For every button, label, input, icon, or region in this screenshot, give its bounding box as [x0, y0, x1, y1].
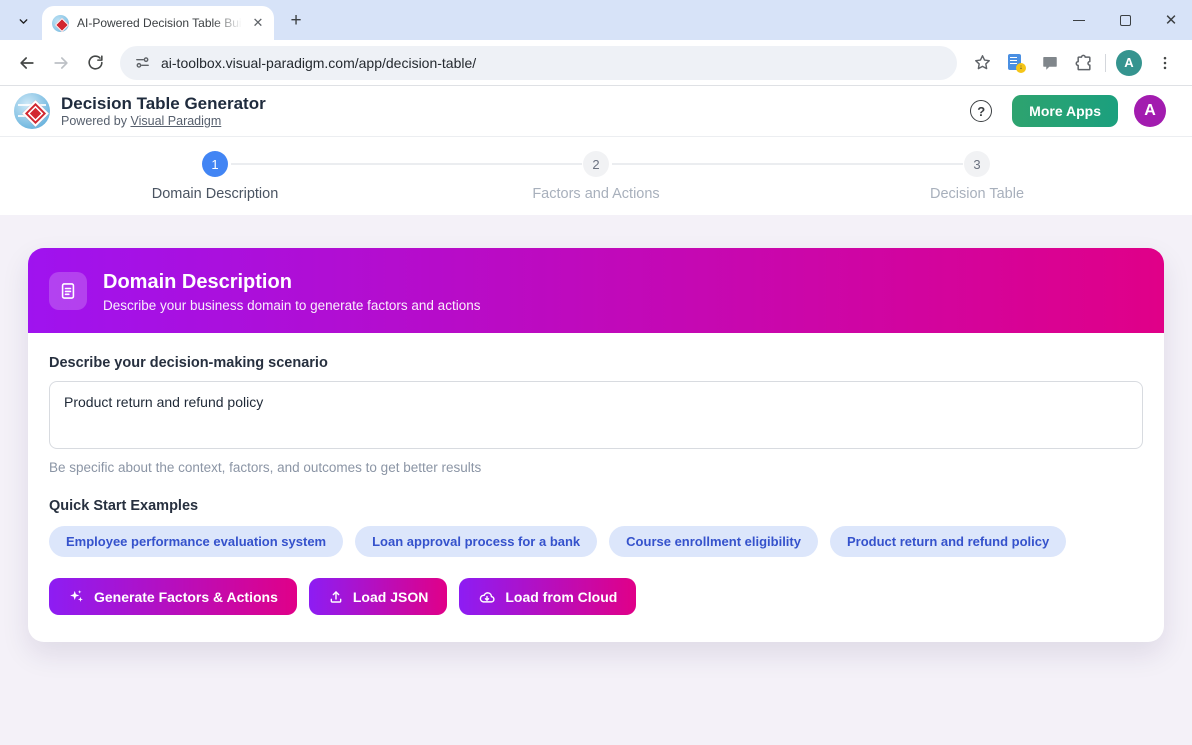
window-controls: ✕ [1072, 0, 1178, 40]
example-pill-product-return[interactable]: Product return and refund policy [830, 526, 1066, 557]
maximize-button[interactable] [1118, 13, 1132, 27]
step-circle-factors-actions[interactable]: 2 [583, 151, 609, 177]
toolbar-divider [1105, 54, 1106, 72]
url-text: ai-toolbox.visual-paradigm.com/app/decis… [161, 55, 476, 71]
step-connector-1 [231, 163, 582, 165]
action-buttons: Generate Factors & Actions Load JSON Loa… [49, 578, 1143, 615]
document-icon [49, 272, 87, 310]
tab-search-chevron-icon[interactable] [10, 8, 36, 34]
card-subtitle: Describe your business domain to generat… [103, 298, 480, 313]
browser-menu-icon[interactable] [1148, 46, 1182, 80]
step-label-factors-actions: Factors and Actions [532, 186, 659, 202]
quick-start-label: Quick Start Examples [49, 498, 1143, 514]
visual-paradigm-logo [14, 93, 50, 129]
step-circle-decision-table[interactable]: 3 [964, 151, 990, 177]
scenario-label: Describe your decision-making scenario [49, 355, 1143, 371]
step-label-decision-table: Decision Table [930, 186, 1024, 202]
domain-description-card: Domain Description Describe your busines… [28, 248, 1164, 642]
visual-paradigm-link[interactable]: Visual Paradigm [130, 114, 221, 128]
step-label-domain-description: Domain Description [152, 186, 279, 202]
load-json-button[interactable]: Load JSON [309, 578, 447, 615]
browser-profile-avatar[interactable]: A [1116, 50, 1142, 76]
help-icon[interactable]: ? [970, 100, 992, 122]
generate-factors-actions-button[interactable]: Generate Factors & Actions [49, 578, 297, 615]
quick-start-examples: Employee performance evaluation system L… [49, 526, 1143, 557]
scenario-input[interactable]: Product return and refund policy [49, 381, 1143, 449]
upload-icon [328, 589, 344, 605]
close-button[interactable]: ✕ [1164, 13, 1178, 27]
example-pill-employee-performance[interactable]: Employee performance evaluation system [49, 526, 343, 557]
example-pill-course-enrollment[interactable]: Course enrollment eligibility [609, 526, 818, 557]
scenario-helper-text: Be specific about the context, factors, … [49, 460, 1143, 475]
main-content: Domain Description Describe your busines… [0, 215, 1192, 745]
bookmark-star-icon[interactable] [965, 46, 999, 80]
stepper: 1 2 3 Domain Description Factors and Act… [0, 137, 1192, 215]
card-title: Domain Description [103, 269, 480, 295]
browser-tab[interactable]: AI-Powered Decision Table Builder ✕ [42, 6, 274, 40]
step-circle-domain-description[interactable]: 1 [202, 151, 228, 177]
site-settings-icon [134, 54, 151, 71]
load-cloud-button-label: Load from Cloud [505, 589, 617, 605]
user-avatar[interactable]: A [1134, 95, 1166, 127]
example-pill-loan-approval[interactable]: Loan approval process for a bank [355, 526, 597, 557]
step-connector-2 [612, 163, 963, 165]
chat-icon[interactable] [1033, 46, 1067, 80]
extensions-puzzle-icon[interactable] [1067, 46, 1101, 80]
app-header: Decision Table Generator Powered by Visu… [0, 86, 1192, 137]
powered-by: Powered by Visual Paradigm [61, 114, 266, 128]
new-tab-button[interactable]: + [284, 9, 308, 33]
browser-toolbar: ai-toolbox.visual-paradigm.com/app/decis… [0, 40, 1192, 86]
sparkles-icon [68, 588, 85, 605]
powered-by-prefix: Powered by [61, 114, 130, 128]
favicon-icon [52, 15, 69, 32]
more-apps-button[interactable]: More Apps [1012, 95, 1118, 127]
tab-close-icon[interactable]: ✕ [250, 15, 266, 31]
load-from-cloud-button[interactable]: Load from Cloud [459, 578, 636, 615]
card-body: Describe your decision-making scenario P… [28, 333, 1164, 642]
browser-titlebar: AI-Powered Decision Table Builder ✕ + ✕ [0, 0, 1192, 40]
back-icon[interactable] [10, 46, 44, 80]
reload-icon[interactable] [78, 46, 112, 80]
generate-button-label: Generate Factors & Actions [94, 589, 278, 605]
page-title: Decision Table Generator [61, 94, 266, 114]
tab-title: AI-Powered Decision Table Builder [77, 16, 242, 30]
load-json-button-label: Load JSON [353, 589, 428, 605]
cloud-download-icon [478, 588, 496, 606]
reading-list-icon[interactable]: ↓ [999, 46, 1033, 80]
card-header: Domain Description Describe your busines… [28, 248, 1164, 333]
url-bar[interactable]: ai-toolbox.visual-paradigm.com/app/decis… [120, 46, 957, 80]
forward-icon[interactable] [44, 46, 78, 80]
minimize-button[interactable] [1072, 13, 1086, 27]
